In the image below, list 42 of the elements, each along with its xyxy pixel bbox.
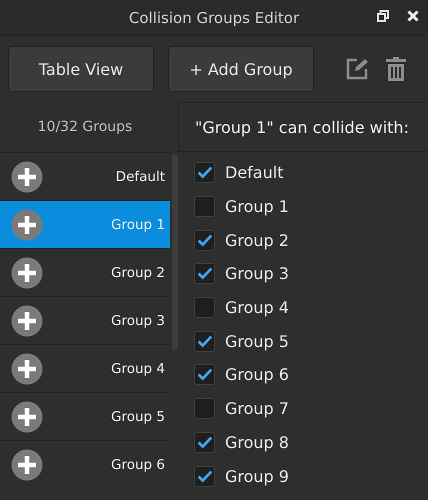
group-label: Group 3 — [111, 312, 165, 328]
checkbox-label: Group 4 — [225, 298, 289, 318]
group-label: Group 1 — [111, 216, 165, 232]
checkbox-label: Group 6 — [225, 365, 289, 384]
checkbox[interactable] — [194, 432, 215, 453]
add-icon[interactable] — [11, 448, 43, 480]
group-label: Group 5 — [111, 408, 165, 424]
add-group-button[interactable]: + Add Group — [168, 46, 314, 92]
restore-icon[interactable] — [377, 10, 389, 22]
checkbox[interactable] — [194, 330, 215, 352]
group-label: Default — [116, 168, 165, 184]
checkbox-label: Group 7 — [225, 399, 289, 418]
checkbox[interactable] — [194, 263, 215, 284]
checkbox[interactable] — [194, 196, 215, 218]
checkbox-label: Group 8 — [225, 432, 289, 452]
group-count: 10/32 Groups — [36, 118, 134, 137]
group-label: Group 2 — [111, 264, 165, 280]
close-icon[interactable] — [407, 10, 419, 22]
trash-icon[interactable] — [386, 57, 406, 81]
checkbox-label: Group 9 — [225, 466, 289, 486]
checkbox[interactable] — [194, 162, 215, 184]
table-view-button[interactable]: Table View — [8, 46, 154, 92]
add-icon[interactable] — [11, 400, 43, 432]
checkbox-label: Group 5 — [225, 332, 289, 351]
checkbox-label: Group 2 — [225, 230, 289, 250]
checkbox-label: Group 3 — [225, 264, 289, 284]
add-icon[interactable] — [11, 256, 43, 288]
add-icon[interactable] — [11, 160, 43, 192]
checkbox[interactable] — [194, 297, 215, 318]
group-label: Group 6 — [111, 456, 165, 472]
add-icon[interactable] — [11, 304, 43, 336]
checkbox[interactable] — [194, 364, 215, 386]
group-label: Group 4 — [111, 360, 165, 376]
edit-icon[interactable] — [346, 58, 368, 80]
checkbox[interactable] — [194, 466, 215, 487]
checkbox[interactable] — [194, 398, 215, 420]
checkbox-label: Group 1 — [225, 197, 289, 216]
checkbox[interactable] — [194, 230, 215, 251]
window-title: Collision Groups Editor — [128, 8, 300, 26]
collide-heading: "Group 1" can collide with: — [178, 102, 428, 152]
add-icon[interactable] — [11, 352, 43, 384]
checkbox-label: Default — [225, 163, 284, 182]
